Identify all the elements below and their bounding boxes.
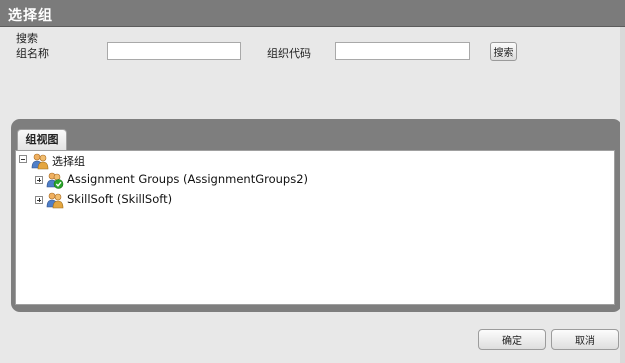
window-scrollbar[interactable]: [620, 27, 625, 363]
tab-group-view[interactable]: 组视图: [17, 129, 67, 150]
select-group-dialog: 选择组 搜索 组名称 组织代码 搜索 组视图 选择组 Assignment Gr…: [0, 0, 625, 363]
group-users-icon: [46, 192, 64, 209]
group-name-label: 组名称: [16, 47, 49, 60]
expand-toggle[interactable]: [35, 176, 43, 184]
tree-node-skillsoft[interactable]: SkillSoft (SkillSoft): [67, 192, 172, 206]
dialog-titlebar: 选择组: [0, 0, 625, 27]
group-checked-icon: [46, 172, 64, 189]
ok-button[interactable]: 确定: [478, 329, 546, 350]
dialog-title: 选择组: [8, 8, 53, 24]
group-name-input[interactable]: [107, 42, 241, 60]
cancel-button[interactable]: 取消: [551, 329, 619, 350]
collapse-toggle[interactable]: [19, 155, 27, 163]
org-code-label: 组织代码: [267, 47, 311, 60]
tree-root-label[interactable]: 选择组: [52, 153, 85, 169]
group-tree: 选择组 Assignment Groups (AssignmentGroups2…: [15, 150, 615, 305]
org-code-input[interactable]: [335, 42, 470, 60]
search-button[interactable]: 搜索: [490, 42, 517, 61]
group-users-icon: [31, 153, 49, 170]
tree-node-assignment-groups[interactable]: Assignment Groups (AssignmentGroups2): [67, 172, 308, 186]
expand-toggle[interactable]: [35, 196, 43, 204]
search-section-label: 搜索: [16, 32, 38, 45]
